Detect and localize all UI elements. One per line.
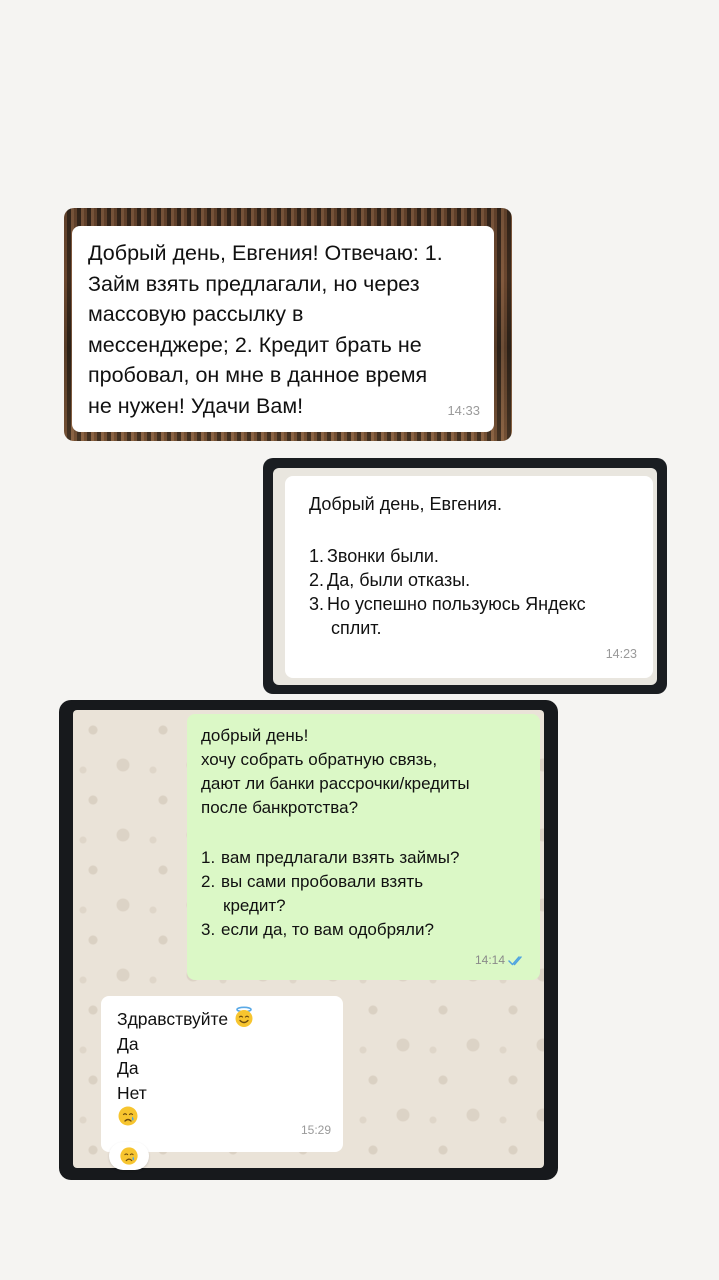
message-line: дают ли банки рассрочки/кредиты	[201, 774, 470, 793]
message-time: 14:14	[474, 953, 505, 967]
message-greeting: Добрый день, Евгения.	[309, 494, 503, 514]
message-line: после банкротства?	[201, 798, 359, 817]
incoming-message-bubble[interactable]: Здравствуйте Да Да Нет 15:29	[101, 996, 343, 1152]
screenshot-chat-2: Добрый день, Евгения. 1. Звонки были. 2.…	[263, 458, 667, 694]
message-line: не нужен! Удачи Вам!	[88, 393, 304, 418]
list-text-continuation: кредит?	[223, 896, 286, 915]
list-item: 1. Звонки были.	[309, 544, 637, 568]
message-line: Нет	[117, 1082, 147, 1103]
message-line: Да	[117, 1058, 139, 1078]
screenshot-chat-1: Добрый день, Евгения! Отвечаю: 1. Займ в…	[64, 208, 512, 441]
list-item: 2. вы сами пробовали взять	[201, 870, 528, 894]
incoming-message-bubble[interactable]: Добрый день, Евгения. 1. Звонки были. 2.…	[285, 476, 653, 678]
list-item: 2. Да, были отказы.	[309, 568, 637, 592]
outgoing-message-bubble[interactable]: добрый день! хочу собрать обратную связь…	[187, 714, 540, 980]
list-text: Да, были отказы.	[327, 570, 471, 590]
message-line: хочу собрать обратную связь,	[201, 750, 438, 769]
message-line: массовую рассылку в	[88, 302, 304, 326]
message-line: Добрый день, Евгения! Отвечаю: 1.	[88, 241, 443, 265]
message-line: Да	[117, 1033, 139, 1054]
chat-background: Добрый день, Евгения. 1. Звонки были. 2.…	[273, 468, 657, 685]
list-text: вы сами пробовали взять	[221, 872, 424, 891]
list-text: вам предлагали взять займы?	[221, 848, 460, 867]
message-line: добрый день!	[201, 726, 309, 745]
message-time: 15:29	[300, 1122, 331, 1137]
message-line: Займ взять предлагали, но через	[88, 271, 420, 296]
list-number: 1.	[309, 546, 325, 566]
list-item: 3. Но успешно пользуюсь Яндекс	[309, 592, 637, 616]
message-line	[117, 1105, 331, 1131]
crying-face-icon	[120, 1147, 138, 1165]
incoming-message-bubble[interactable]: Добрый день, Евгения! Отвечаю: 1. Займ в…	[72, 226, 494, 432]
list-text: Но успешно пользуюсь Яндекс	[327, 594, 586, 614]
greeting-text: Здравствуйте	[117, 1009, 229, 1029]
list-number: 2.	[309, 570, 325, 590]
list-text-continuation: сплит.	[331, 618, 382, 638]
list-number: 1.	[201, 848, 216, 867]
chat-wallpaper: добрый день! хочу собрать обратную связь…	[73, 710, 544, 1170]
message-time: 14:23	[605, 647, 637, 661]
smiling-face-with-halo-icon	[235, 1006, 253, 1027]
list-number: 3.	[309, 594, 325, 614]
crying-face-icon	[118, 1106, 138, 1126]
screenshot-chat-3: добрый день! хочу собрать обратную связь…	[59, 700, 558, 1180]
list-text: если да, то вам одобряли?	[221, 920, 434, 939]
collage: { "screenshot1": { "lines": [ "Добрый де…	[0, 0, 719, 1280]
message-time: 14:33	[447, 403, 480, 418]
double-check-read-icon	[508, 955, 522, 965]
message-line: мессенджере; 2. Кредит брать не	[88, 332, 422, 357]
list-item: 1. вам предлагали взять займы?	[201, 846, 528, 870]
message-line: Здравствуйте	[117, 1006, 331, 1032]
message-line: пробовал, он мне в данное время	[88, 363, 428, 387]
message-meta: 14:14	[475, 948, 526, 972]
list-item: 3. если да, то вам одобряли?	[201, 918, 528, 942]
message-reaction[interactable]	[109, 1142, 149, 1170]
list-number: 3.	[201, 920, 216, 939]
list-text: Звонки были.	[327, 546, 439, 566]
list-number: 2.	[201, 872, 216, 891]
